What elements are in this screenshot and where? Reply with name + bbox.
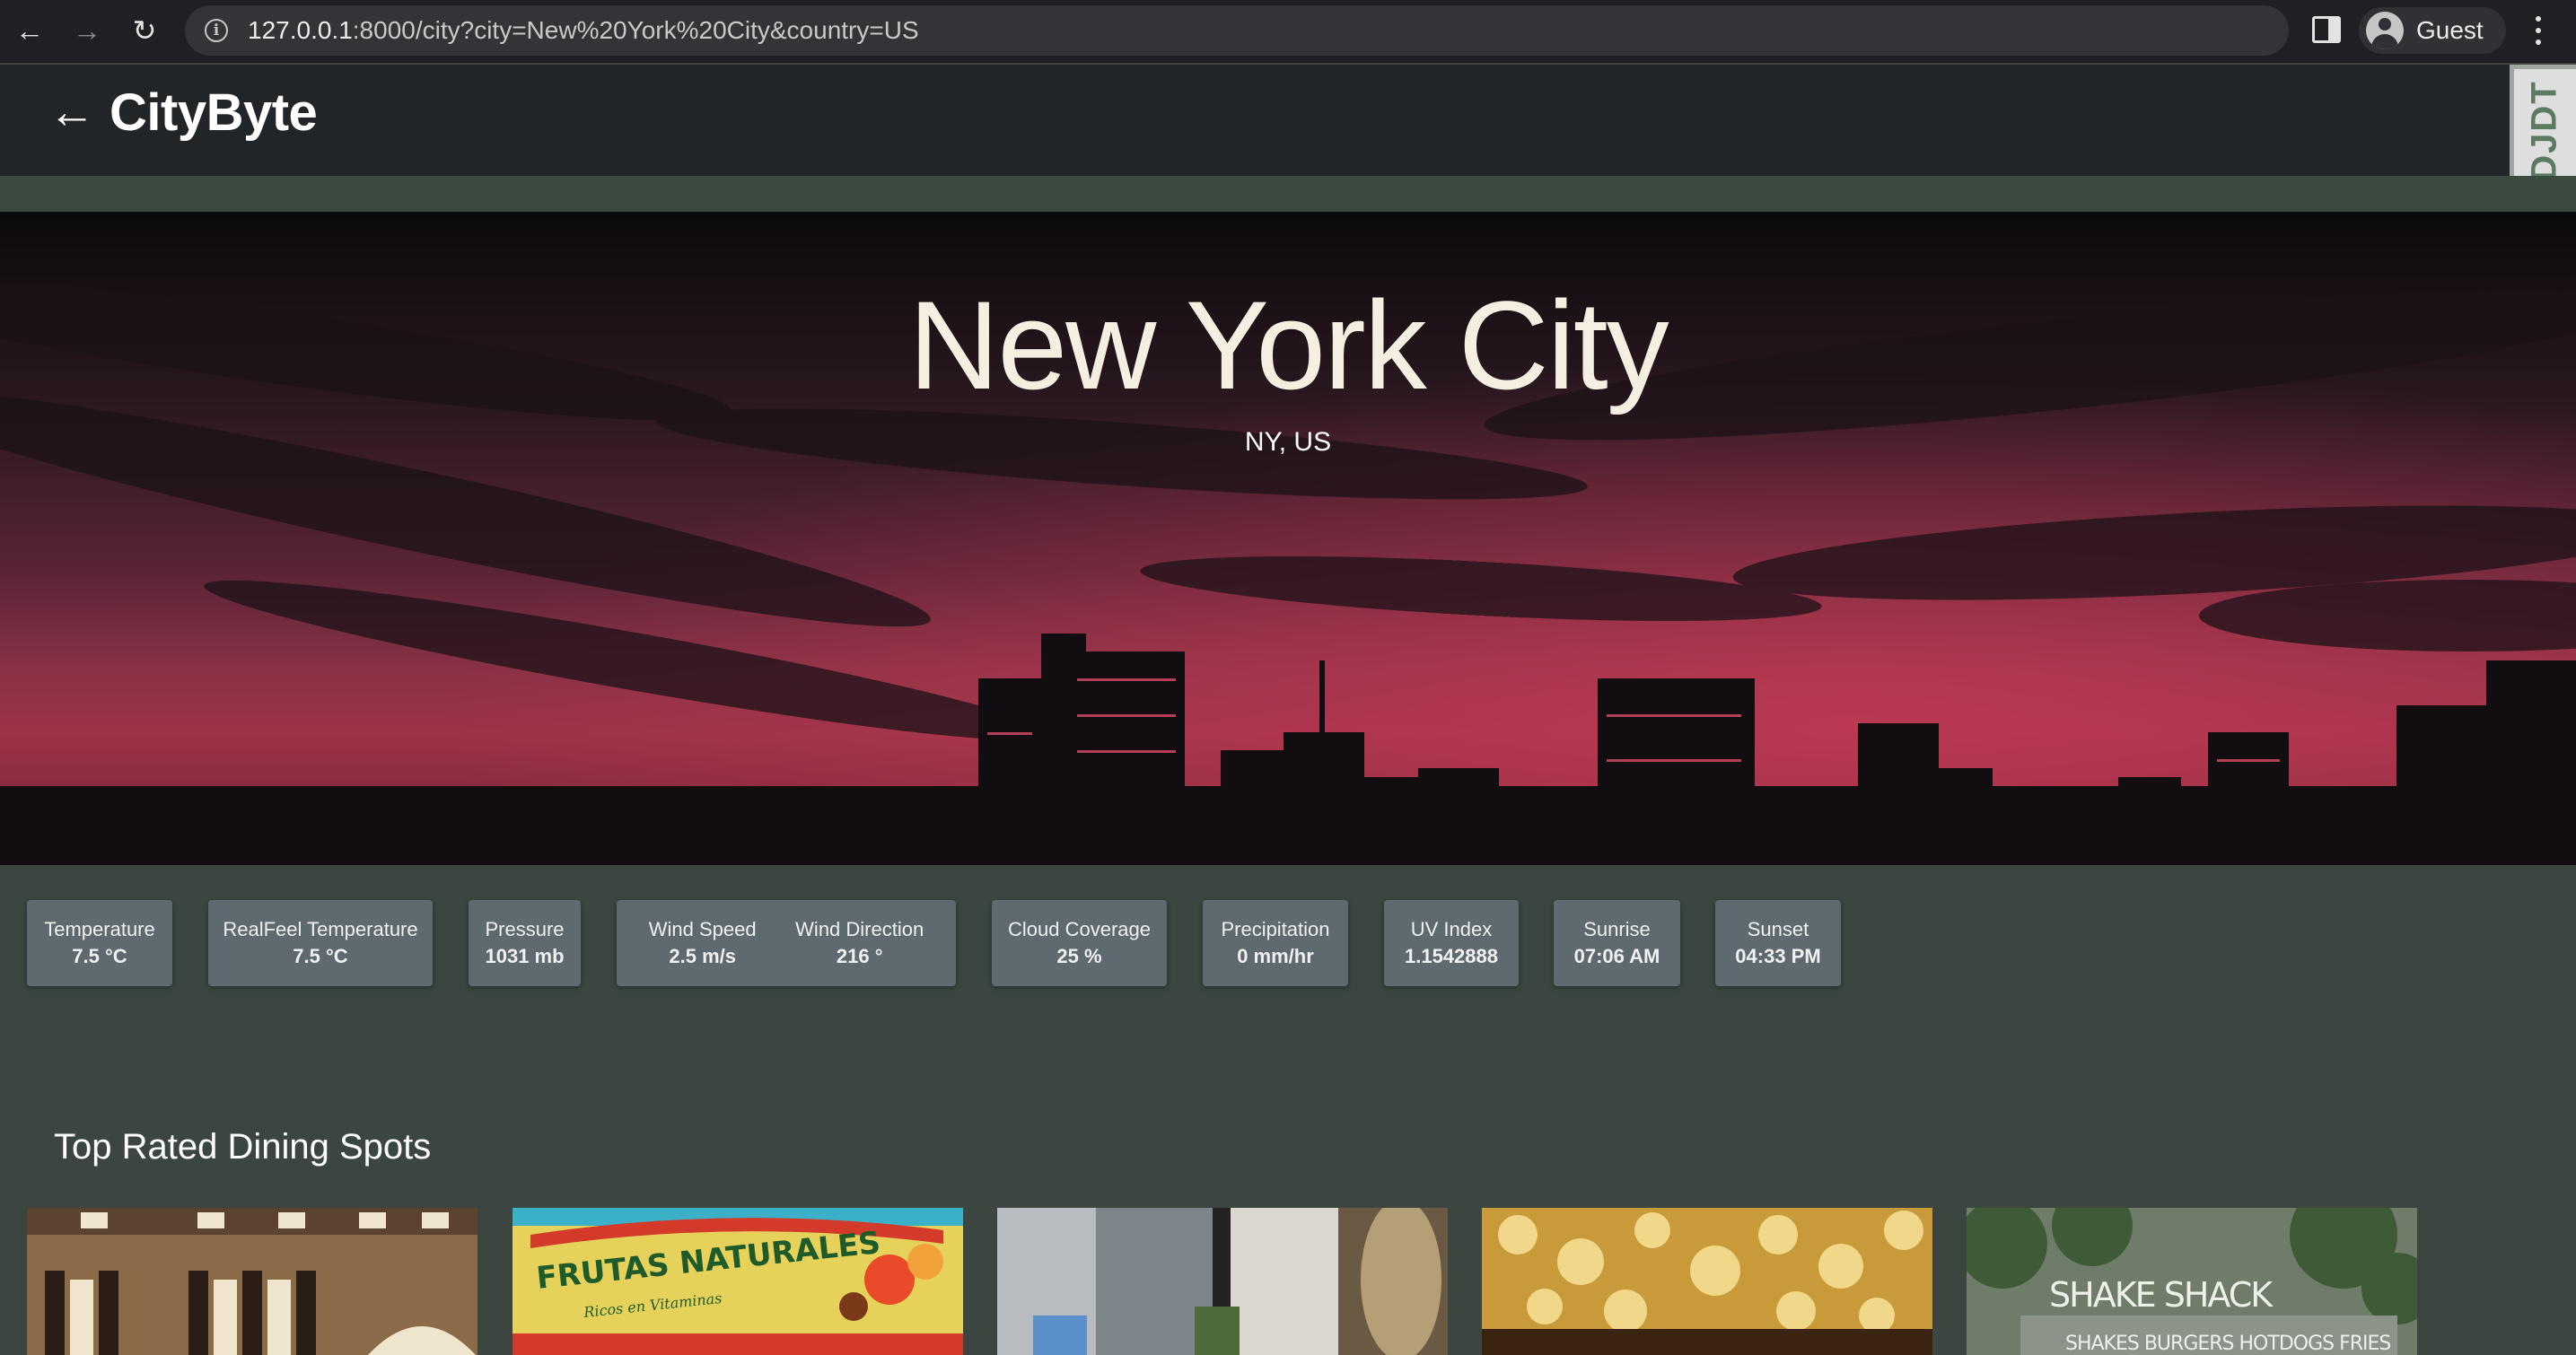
metric-wind-speed: Wind Speed 2.5 m/s: [649, 916, 757, 970]
city-title: New York City: [908, 275, 1669, 415]
metric-wind-direction: Wind Direction 216 °: [795, 916, 924, 970]
metric-value: 1031 mb: [485, 945, 565, 967]
metric-sunset: Sunset 04:33 PM: [1735, 916, 1820, 970]
dining-section-title: Top Rated Dining Spots: [54, 1127, 432, 1167]
url-text[interactable]: 127.0.0.1:8000/city?city=New%20York%20Ci…: [248, 16, 919, 45]
metric-card-sunrise: Sunrise 07:06 AM: [1554, 900, 1680, 986]
metric-value: 1.1542888: [1405, 945, 1498, 967]
metric-value: 2.5 m/s: [669, 945, 736, 967]
dining-photo-2[interactable]: FRUTAS NATURALES Ricos en Vitaminas: [513, 1208, 963, 1355]
photo-sign-subtext: SHAKES BURGERS HOTDOGS FRIES: [2065, 1333, 2390, 1355]
metric-label: Cloud Coverage: [1008, 918, 1151, 940]
metric-value: 0 mm/hr: [1237, 945, 1314, 967]
metric-value: 04:33 PM: [1735, 945, 1821, 967]
profile-button[interactable]: Guest: [2359, 7, 2506, 54]
metric-label: Precipitation: [1221, 918, 1330, 940]
dining-photo-5[interactable]: SHAKE SHACK SHAKES BURGERS HOTDOGS FRIES: [1967, 1208, 2417, 1355]
dining-photo-3[interactable]: [997, 1208, 1448, 1355]
app-header: ← CityByte: [0, 65, 2576, 176]
weather-metrics: Temperature 7.5 °C RealFeel Temperature 7.…: [0, 900, 2576, 986]
forward-arrow-icon[interactable]: →: [65, 8, 110, 53]
metric-label: Sunset: [1747, 918, 1809, 940]
address-bar[interactable]: i 127.0.0.1:8000/city?city=New%20York%20…: [185, 5, 2289, 56]
metric-uv-index: UV Index 1.1542888: [1405, 916, 1498, 970]
reload-icon[interactable]: ↻: [122, 8, 167, 53]
metric-label: Temperature: [44, 918, 155, 940]
back-arrow-icon[interactable]: ←: [48, 88, 97, 136]
more-menu-icon[interactable]: [2528, 13, 2549, 48]
metric-label: Wind Speed: [648, 918, 757, 940]
url-path: :8000/city?city=New%20York%20City&countr…: [352, 16, 919, 44]
metric-precipitation: Precipitation 0 mm/hr: [1221, 916, 1329, 970]
back-arrow-icon[interactable]: ←: [7, 8, 52, 53]
metric-temperature: Temperature 7.5 °C: [44, 916, 155, 970]
metric-card-cloud: Cloud Coverage 25 %: [992, 900, 1167, 986]
metric-value: 07:06 AM: [1573, 945, 1660, 967]
profile-name: Guest: [2416, 16, 2484, 44]
photo-sign-text: SHAKE SHACK: [2049, 1275, 2274, 1315]
url-host: 127.0.0.1: [248, 16, 353, 44]
metric-label: UV Index: [1410, 918, 1493, 940]
metric-label: RealFeel Temperature: [223, 918, 418, 940]
metric-card-sunset: Sunset 04:33 PM: [1715, 900, 1841, 986]
brand-title[interactable]: CityByte: [110, 83, 318, 143]
metric-realfeel: RealFeel Temperature 7.5 °C: [223, 916, 417, 970]
metric-card-pressure: Pressure 1031 mb: [469, 900, 581, 986]
metric-value: 216 °: [836, 945, 883, 967]
metric-value: 7.5 °C: [72, 945, 127, 967]
metric-card-uv: UV Index 1.1542888: [1384, 900, 1519, 986]
browser-toolbar: ← → ↻ i 127.0.0.1:8000/city?city=New%20Y…: [0, 0, 2576, 64]
metric-card-precipitation: Precipitation 0 mm/hr: [1203, 900, 1348, 986]
metric-value: 7.5 °C: [293, 945, 348, 967]
metric-card-wind: Wind Speed 2.5 m/s Wind Direction 216 °: [617, 900, 956, 986]
metric-sunrise: Sunrise 07:06 AM: [1574, 916, 1660, 970]
metric-label: Wind Direction: [795, 918, 924, 940]
profile-avatar-icon: [2366, 12, 2404, 49]
metric-label: Pressure: [485, 918, 565, 940]
dining-photo-1[interactable]: [27, 1208, 478, 1355]
header-divider-strip: [0, 176, 2576, 212]
metric-cloud-coverage: Cloud Coverage 25 %: [1008, 916, 1151, 970]
metric-label: Sunrise: [1583, 918, 1651, 940]
metric-card-realfeel: RealFeel Temperature 7.5 °C: [208, 900, 433, 986]
metric-pressure: Pressure 1031 mb: [485, 916, 564, 970]
debug-toolbar-label: DJDT: [2525, 79, 2565, 181]
side-panel-icon[interactable]: [2312, 16, 2341, 43]
info-icon[interactable]: i: [205, 19, 228, 42]
hero-banner: New York City NY, US: [0, 212, 2576, 865]
city-region: NY, US: [1244, 427, 1332, 457]
metric-card-temperature: Temperature 7.5 °C: [27, 900, 172, 986]
metric-value: 25 %: [1056, 945, 1102, 967]
dining-photo-4[interactable]: [1482, 1208, 1932, 1355]
